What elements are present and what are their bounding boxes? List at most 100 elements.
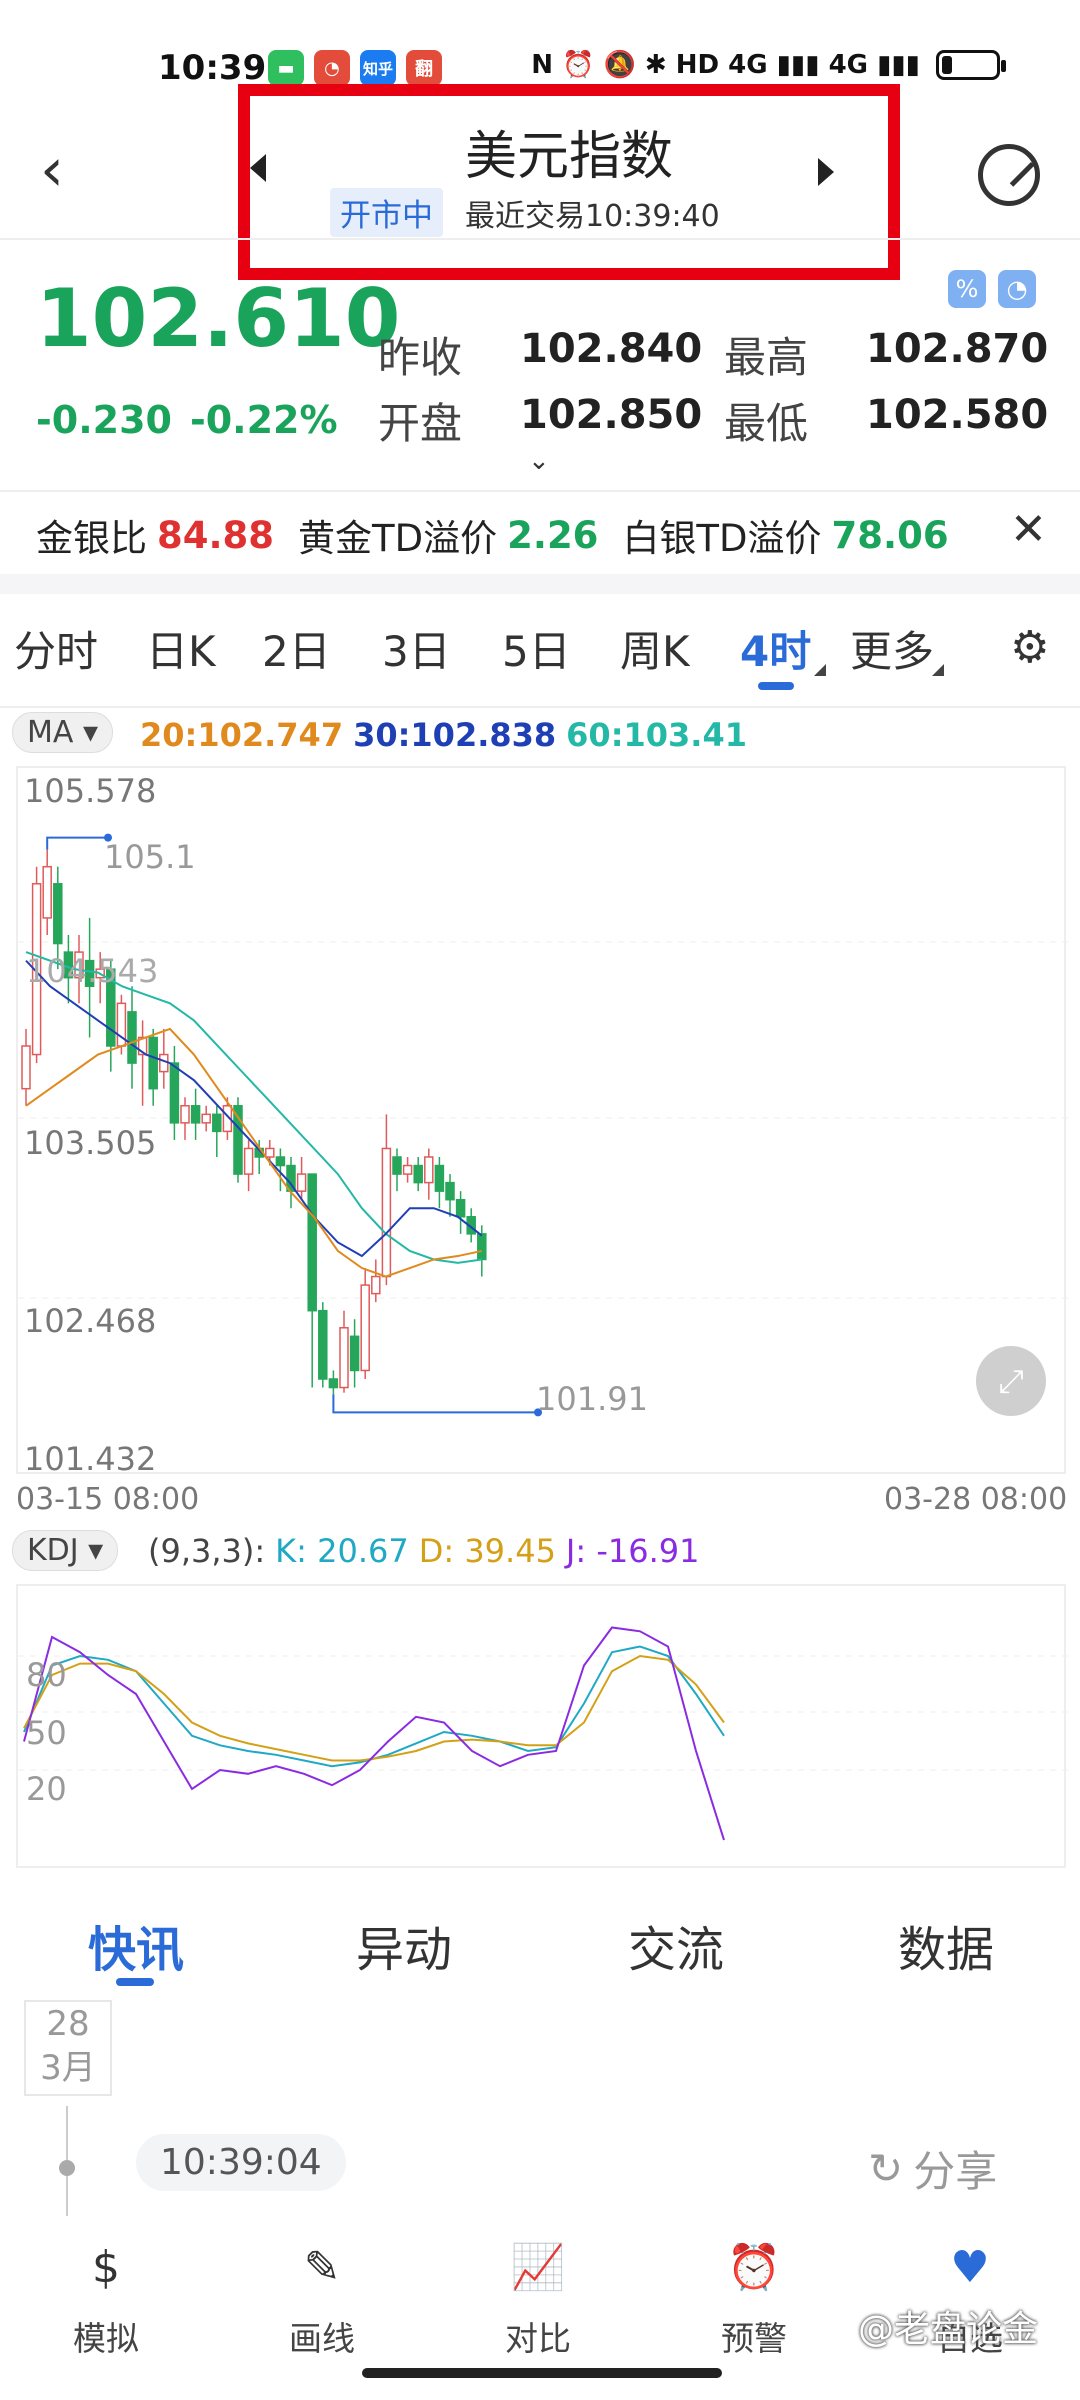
tab-2day[interactable]: 2日 [262,618,331,679]
status-icons-text: N ⏰ 🔕 ✱ HD 4G ▮▮▮ 4G ▮▮▮ [531,50,920,80]
open-value: 102.850 [520,392,703,438]
silver-td-value: 78.06 [831,513,949,557]
compare-icon: 📈 [510,2242,566,2293]
percent-tool-icon[interactable]: % [948,270,986,308]
candle-body [159,1053,169,1073]
candle-body [360,1284,370,1372]
nav-alert[interactable]: ⏰ 预警 [684,2238,824,2360]
last-trade-time: 最近交易10:39:40 [465,198,720,234]
battery-icon [936,50,1006,80]
low-label: 最低 [724,399,809,448]
kdj-k-line [23,1645,725,1768]
ratio-strip[interactable]: 金银比 84.88 黄金TD溢价 2.26 白银TD溢价 78.06 [36,508,949,562]
candle-body [424,1156,434,1184]
prev-close-value: 102.840 [520,326,703,372]
low-value: 102.580 [866,392,1049,438]
expand-chevron-icon[interactable]: ⌄ [528,446,550,476]
timeline-dot [59,2160,75,2176]
share-icon[interactable] [978,144,1040,206]
section-band [0,574,1080,594]
settings-gear-icon[interactable]: ⚙ [1010,622,1049,673]
prev-close-label: 昨收 [378,333,463,382]
tab-flash-news[interactable]: 快讯 [88,1910,184,1980]
tab-active-indicator [758,682,794,690]
weibo-icon: ◔ [314,50,350,86]
candle-body [243,1147,254,1175]
candle-body [434,1164,445,1192]
kdj-k-value: K: 20.67 [275,1532,409,1570]
x-label-end: 03-28 08:00 [884,1482,1068,1517]
header-divider [0,238,1080,240]
tab-5day[interactable]: 5日 [502,618,571,679]
tab-discussion[interactable]: 交流 [628,1910,724,1980]
change-percent: -0.22% [189,398,338,442]
message-icon: ▬ [268,50,304,86]
ma60-line [25,951,482,1264]
back-icon[interactable]: ‹ [40,140,64,200]
tab-4hour[interactable]: 4时 [740,618,811,679]
silver-td-label: 白银TD溢价 [622,517,822,560]
fullscreen-icon[interactable]: ⤢ [976,1346,1046,1416]
date-day: 28 [46,2004,90,2044]
candle-body [53,883,63,945]
change-value: -0.230 [36,398,172,442]
home-indicator[interactable] [362,2368,722,2378]
translate-icon: 翻 [406,50,442,86]
nav-simulate-label: 模拟 [73,2319,139,2358]
watermark: @老盘论金 [858,2309,1039,2350]
favorite-icon: ♥ [950,2242,990,2293]
kdj-level-80: 80 [26,1656,67,1694]
candle-body [148,1036,158,1090]
ma30-value: 30:102.838 [353,716,557,754]
close-icon[interactable]: ✕ [1010,504,1047,555]
y-label-top: 105.578 [24,772,157,810]
kdj-selector[interactable]: KDJ ▾ [12,1530,119,1571]
pie-chart-icon[interactable]: ◔ [998,270,1036,308]
tab-data[interactable]: 数据 [898,1910,994,1980]
news-tab-indicator [116,1978,154,1986]
draw-line-icon: ✎ [303,2242,341,2293]
news-share-button[interactable]: ↻ 分享 [868,2138,997,2199]
high-marker-label: 105.1 [104,838,196,876]
nav-draw-line-label: 画线 [289,2319,355,2358]
candle-body [180,1105,190,1124]
tab-daily-k[interactable]: 日K [146,618,216,679]
candle-body [477,1233,487,1261]
refresh-share-icon: ↻ [868,2144,904,2193]
ma-legend: 20:102.747 30:102.838 60:103.41 [140,716,747,754]
candle-body [307,1173,317,1312]
tab-timeshare[interactable]: 分时 [14,618,98,679]
status-indicators: N ⏰ 🔕 ✱ HD 4G ▮▮▮ 4G ▮▮▮ [531,50,1006,80]
tab-weekly-k[interactable]: 周K [620,618,690,679]
overlay-price-label: 104.543 [26,952,159,990]
nav-simulate[interactable]: $ 模拟 [36,2238,176,2360]
candle-body [381,1147,392,1278]
kdj-d-value: D: 39.45 [418,1532,556,1570]
ma60-value: 60:103.41 [566,716,747,754]
kdj-chart[interactable] [16,1584,1068,1868]
ma-selector[interactable]: MA ▾ [12,712,114,753]
kdj-level-20: 20 [26,1770,67,1808]
market-status-row: 开市中 最近交易10:39:40 [330,188,720,237]
y-label-mid1: 103.505 [24,1124,157,1162]
gold-td-label: 黄金TD溢价 [298,517,498,560]
candle-body [190,1105,201,1124]
open-label: 开盘 [378,399,463,448]
high-label: 最高 [724,333,809,382]
nav-compare[interactable]: 📈 对比 [468,2238,608,2360]
x-label-start: 03-15 08:00 [16,1482,200,1517]
market-status-badge: 开市中 [330,188,443,237]
candle-body [212,1113,222,1133]
nav-draw-line[interactable]: ✎ 画线 [252,2238,392,2360]
candle-body [455,1198,466,1218]
tab-3day[interactable]: 3日 [382,618,451,679]
tab-more-corner-icon [932,664,944,676]
next-instrument-icon[interactable] [818,158,834,186]
news-time: 10:39:04 [136,2134,346,2191]
ma30-line [25,959,483,1258]
y-label-mid2: 102.468 [24,1302,157,1340]
tab-more[interactable]: 更多 [850,618,934,679]
tab-movement[interactable]: 异动 [356,1910,452,1980]
kdj-legend: (9,3,3): K: 20.67 D: 39.45 J: -16.91 [148,1532,699,1570]
candle-body [42,865,52,919]
